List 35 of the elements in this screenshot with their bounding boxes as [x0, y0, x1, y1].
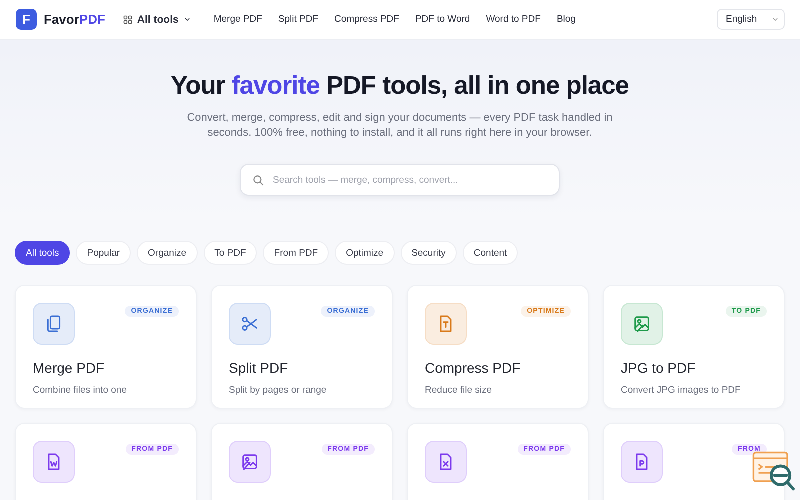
filter-tab[interactable]: Security: [400, 241, 457, 265]
image-icon: [240, 452, 260, 472]
document-search-icon[interactable]: [752, 450, 796, 491]
filter-tab[interactable]: Content: [462, 241, 518, 265]
tool-description: Reduce file size: [425, 385, 494, 396]
filter-tab[interactable]: From PDF: [263, 241, 330, 265]
grid-icon: [123, 14, 134, 24]
scissors-icon: [240, 314, 260, 334]
tool-description: Convert JPG images to PDF: [621, 385, 742, 396]
search-field[interactable]: Search tools — merge, compress, convert...: [240, 164, 560, 196]
tool-title: Split PDF: [229, 360, 290, 376]
image-icon: [632, 314, 652, 334]
brand-name[interactable]: FavorPDF: [44, 12, 106, 27]
tool-title: Compress PDF: [425, 360, 522, 376]
tool-description: Split by pages or range: [229, 385, 328, 396]
nav-link[interactable]: PDF to Word: [415, 14, 470, 25]
filter-tab[interactable]: Popular: [76, 241, 132, 265]
filter-tab[interactable]: All tools: [15, 241, 70, 265]
page-heading: Your favorite PDF tools, all in one place: [171, 72, 629, 101]
nav-link[interactable]: Compress PDF: [334, 14, 400, 25]
nav-link[interactable]: Split PDF: [278, 14, 319, 25]
language-select[interactable]: English: [717, 9, 785, 30]
search-icon: [252, 174, 265, 186]
nav-link[interactable]: Blog: [556, 14, 576, 25]
logo-icon[interactable]: F: [16, 9, 37, 30]
hero-description: Convert, merge, compress, edit and sign your documents — every PDF task handled in seconds. 100% free, nothing to install, and it all runs right here in your browser.: [186, 111, 614, 141]
tool-title: JPG to PDF: [621, 360, 697, 376]
filter-tab[interactable]: Optimize: [335, 241, 395, 265]
nav-link[interactable]: Merge PDF: [214, 14, 262, 25]
tool-description: Combine files into one: [33, 385, 128, 396]
all-tools-menu[interactable]: All tools: [123, 14, 192, 26]
nav-link[interactable]: Word to PDF: [486, 14, 541, 25]
tool-title: Merge PDF: [33, 360, 106, 376]
filter-tab[interactable]: Organize: [137, 241, 198, 265]
filter-tab[interactable]: To PDF: [204, 241, 258, 265]
